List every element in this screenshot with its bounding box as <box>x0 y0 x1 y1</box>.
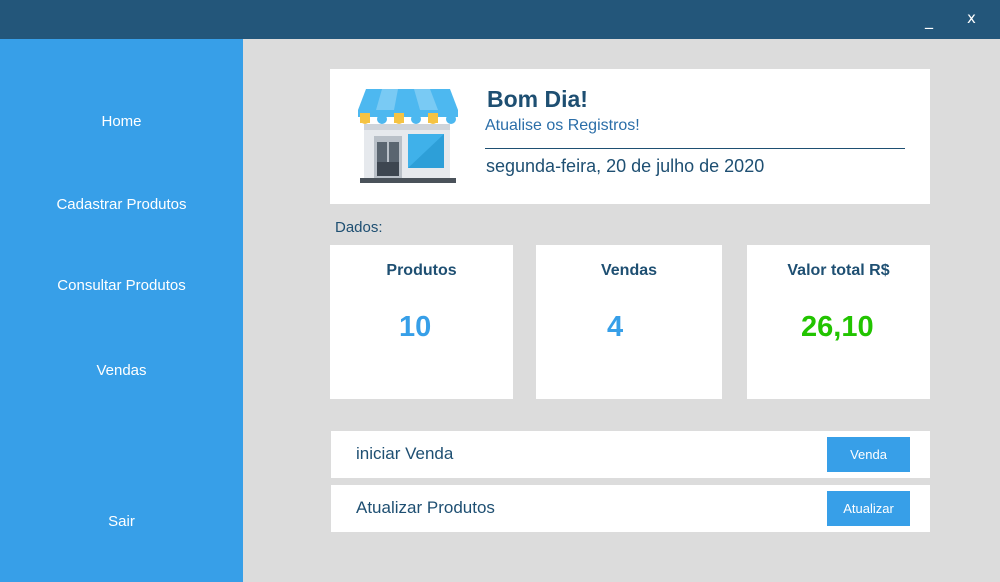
atualizar-button[interactable]: Atualizar <box>827 491 910 526</box>
stat-title-produtos: Produtos <box>386 262 457 279</box>
action-row-iniciar-venda: iniciar Venda Venda <box>331 431 930 478</box>
action-row-atualizar-produtos: Atualizar Produtos Atualizar <box>331 485 930 532</box>
stat-title-vendas: Vendas <box>600 262 658 279</box>
action-label-atualizar-produtos: Atualizar Produtos <box>356 498 495 517</box>
stats-section-label: Dados: <box>335 219 383 236</box>
sidebar-item-cadastrar-produtos[interactable]: Cadastrar Produtos <box>0 196 243 213</box>
current-date: segunda-feira, 20 de julho de 2020 <box>486 156 765 176</box>
stat-value-vendas: 4 <box>607 311 624 343</box>
action-label-iniciar-venda: iniciar Venda <box>356 444 454 463</box>
greeting-title: Bom Dia! <box>487 86 588 112</box>
store-icon <box>358 89 458 183</box>
stat-card-produtos: Produtos 10 <box>330 245 513 399</box>
sidebar-item-vendas[interactable]: Vendas <box>0 362 243 379</box>
stat-card-vendas: Vendas 4 <box>536 245 722 399</box>
close-button[interactable]: x <box>967 8 976 28</box>
stat-value-valor-total: 26,10 <box>801 311 874 343</box>
stat-value-produtos: 10 <box>399 311 432 343</box>
venda-button[interactable]: Venda <box>827 437 910 472</box>
sidebar: Home Cadastrar Produtos Consultar Produt… <box>0 39 243 582</box>
stat-title-valor-total: Valor total R$ <box>787 262 890 279</box>
title-bar: _ x <box>0 0 1000 39</box>
sidebar-item-home[interactable]: Home <box>0 113 243 130</box>
header-divider <box>485 148 905 149</box>
sidebar-item-sair[interactable]: Sair <box>0 513 243 530</box>
minimize-button[interactable]: _ <box>925 10 933 30</box>
sidebar-item-consultar-produtos[interactable]: Consultar Produtos <box>0 277 243 294</box>
stat-card-valor-total: Valor total R$ 26,10 <box>747 245 930 399</box>
greeting-subtitle: Atualise os Registros! <box>485 117 640 134</box>
